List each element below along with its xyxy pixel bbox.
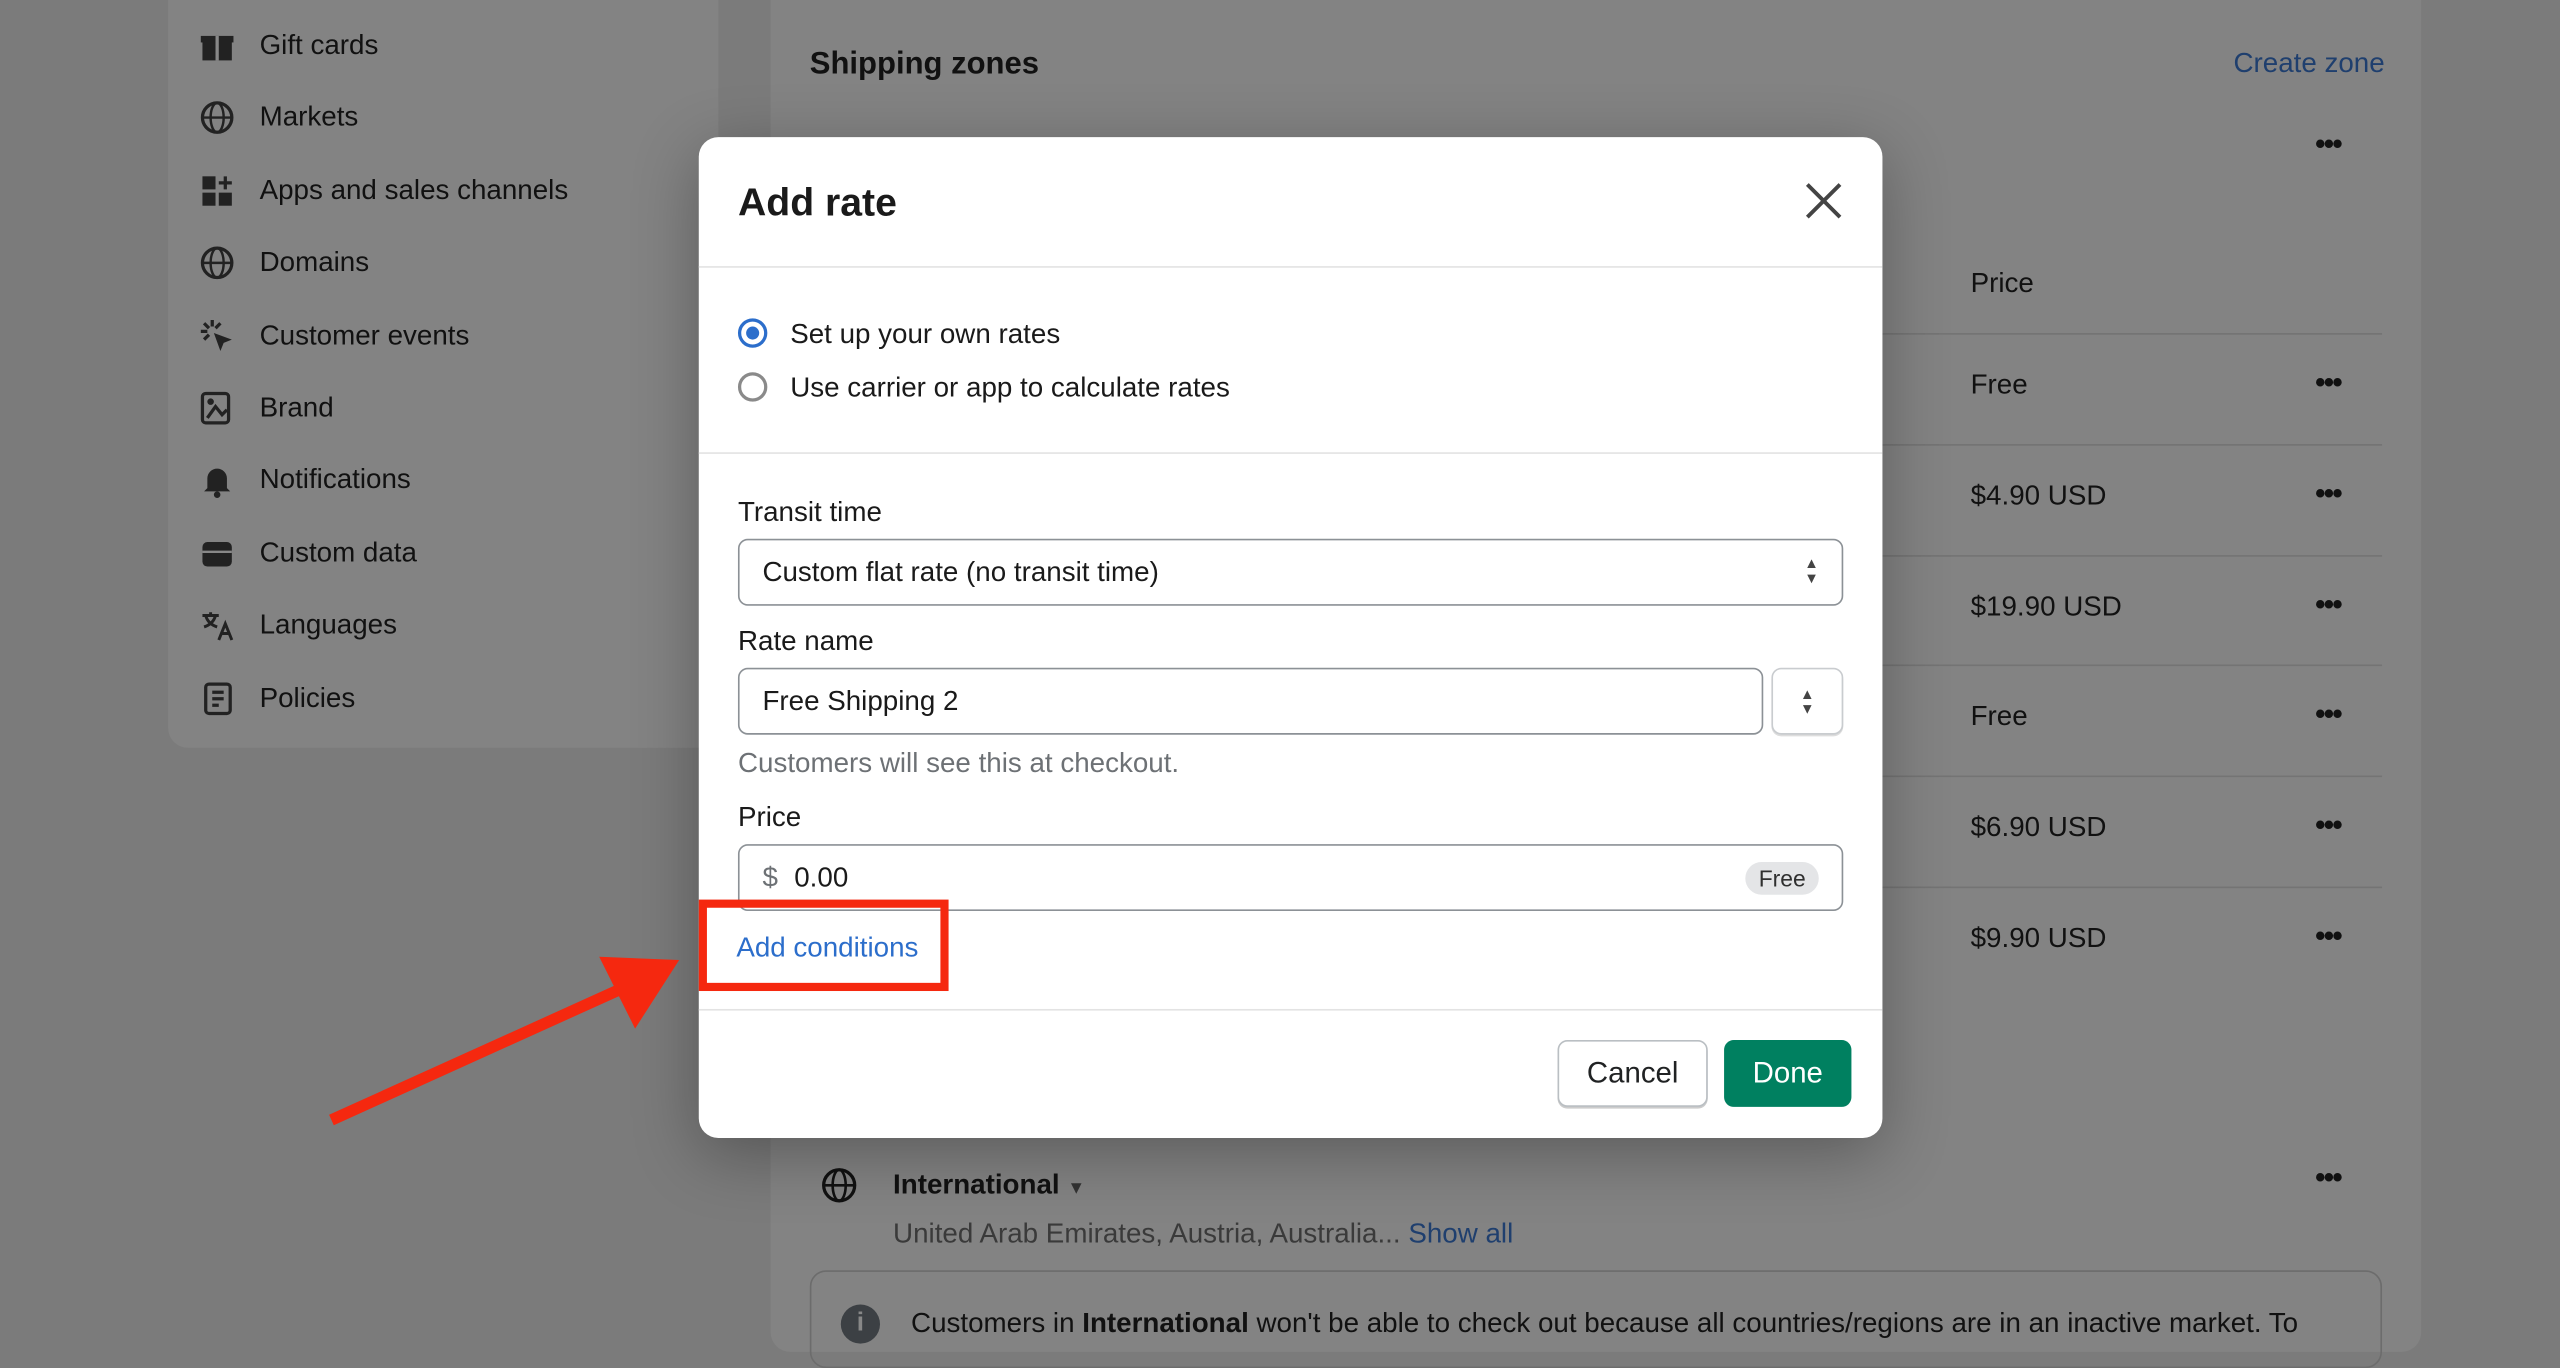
annotation-arrow-icon bbox=[329, 956, 680, 1126]
